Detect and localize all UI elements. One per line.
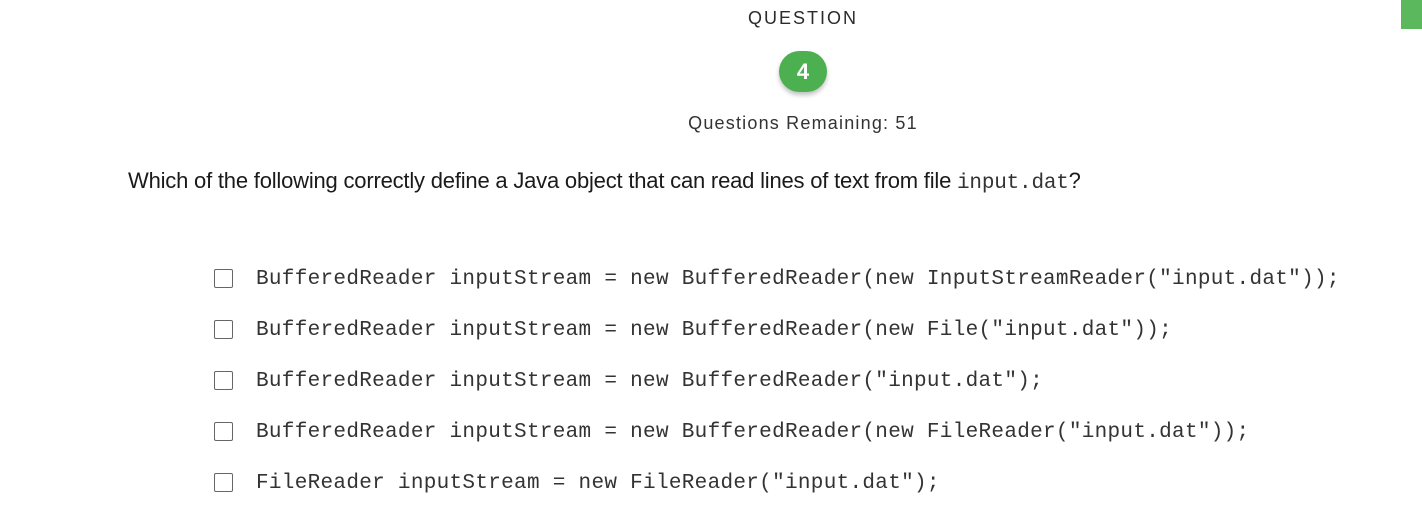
answer-option-label: FileReader inputStream = new FileReader(… [256,472,940,495]
checkbox[interactable] [214,422,233,441]
checkbox[interactable] [214,473,233,492]
checkbox[interactable] [214,269,233,288]
answer-options: BufferedReader inputStream = new Buffere… [214,254,1340,509]
answer-option-label: BufferedReader inputStream = new Buffere… [256,268,1340,291]
question-text: Which of the following correctly define … [128,168,1081,195]
question-number-badge: 4 [779,51,827,92]
answer-option-5[interactable]: FileReader inputStream = new FileReader(… [214,458,1340,509]
answer-option-label: BufferedReader inputStream = new Buffere… [256,370,1044,393]
answer-option-2[interactable]: BufferedReader inputStream = new Buffere… [214,305,1340,356]
checkbox[interactable] [214,320,233,339]
question-code: input.dat [957,172,1069,195]
questions-remaining: Questions Remaining: 51 [688,113,918,133]
corner-accent [1401,0,1422,29]
question-heading: QUESTION [747,8,858,28]
answer-option-label: BufferedReader inputStream = new Buffere… [256,319,1173,342]
answer-option-label: BufferedReader inputStream = new Buffere… [256,421,1250,444]
checkbox[interactable] [214,371,233,390]
answer-option-4[interactable]: BufferedReader inputStream = new Buffere… [214,407,1340,458]
answer-option-3[interactable]: BufferedReader inputStream = new Buffere… [214,356,1340,407]
question-prefix: Which of the following correctly define … [128,168,958,193]
answer-option-1[interactable]: BufferedReader inputStream = new Buffere… [214,254,1340,305]
question-suffix: ? [1068,168,1081,193]
